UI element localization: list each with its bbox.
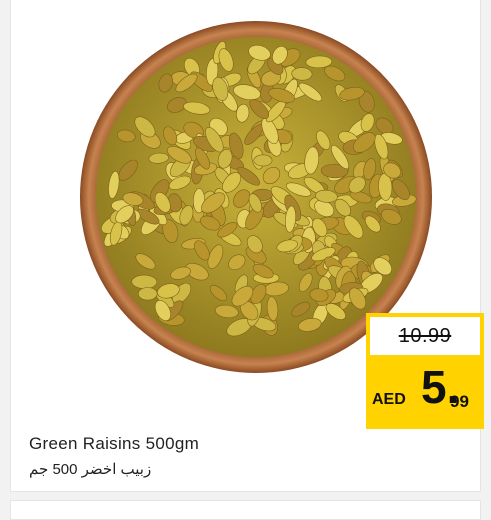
price-badge: 10.99 AED 5. 99 bbox=[366, 313, 484, 429]
product-card[interactable]: 10.99 AED 5. 99 Green Raisins 500gm زبيب… bbox=[10, 0, 484, 492]
raisin bbox=[253, 154, 273, 167]
raisin bbox=[137, 287, 158, 301]
currency-label: AED bbox=[372, 391, 406, 408]
product-title-en[interactable]: Green Raisins 500gm bbox=[29, 434, 199, 454]
next-product-card[interactable] bbox=[10, 500, 481, 520]
price-decimal: 99 bbox=[450, 392, 469, 411]
old-price: 10.99 bbox=[398, 324, 452, 347]
raisin bbox=[131, 274, 158, 290]
product-title-ar: زبيب اخضر 500 جم bbox=[29, 461, 152, 478]
old-price-box: 10.99 bbox=[370, 317, 480, 355]
